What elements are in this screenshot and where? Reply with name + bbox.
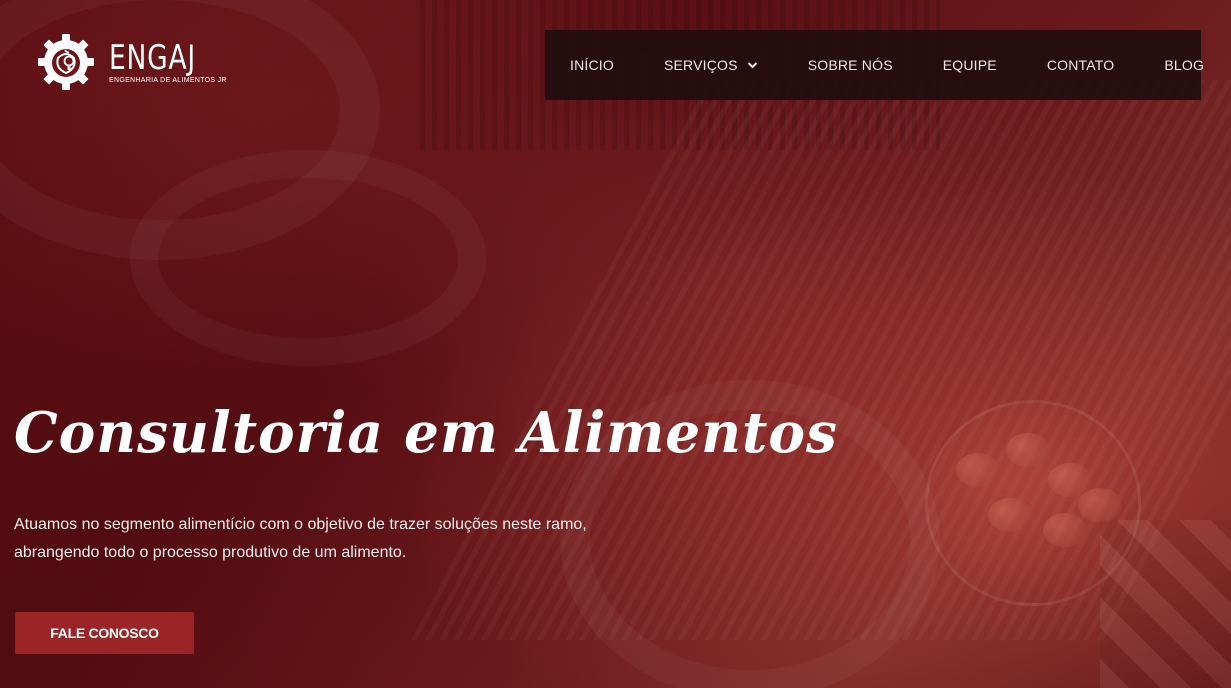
nav-item-label: BLOG — [1164, 57, 1205, 73]
nav-item-equipe[interactable]: EQUIPE — [943, 57, 997, 73]
background-olive — [1006, 433, 1050, 467]
nav-item-label: INÍCIO — [570, 57, 614, 73]
nav-item-label: SERVIÇOS — [663, 57, 738, 73]
brand-name: ENGAJ — [109, 37, 197, 78]
hero-title: Consultoria em Alimentos — [14, 400, 838, 466]
nav-item-label: SOBRE NÓS — [807, 57, 893, 73]
fale-conosco-button[interactable]: FALE CONOSCO — [15, 612, 194, 654]
gear-apple-bulb-icon — [38, 34, 94, 90]
background-olive — [988, 498, 1032, 532]
background-olive — [1043, 513, 1087, 547]
brand-logo[interactable]: ENGAJ ENGENHARIA DE ALIMENTOS JR — [36, 32, 227, 92]
background-olive — [1078, 488, 1122, 522]
chevron-down-icon — [747, 62, 757, 69]
nav-item-servicos[interactable]: SERVIÇOS — [664, 57, 758, 73]
background-cheese-cubes — [1100, 520, 1231, 688]
hero-description: Atuamos no segmento alimentício com o ob… — [14, 516, 587, 561]
nav-item-blog[interactable]: BLOG — [1164, 57, 1204, 73]
nav-item-contato[interactable]: CONTATO — [1047, 57, 1115, 73]
background-plate-shape — [130, 150, 486, 366]
brand-text: ENGAJ ENGENHARIA DE ALIMENTOS JR — [109, 41, 227, 84]
hero-section: ENGAJ ENGENHARIA DE ALIMENTOS JR INÍCIO … — [0, 0, 1231, 688]
main-nav: INÍCIO SERVIÇOS SOBRE NÓS EQUIPE CONTATO… — [545, 30, 1204, 100]
nav-item-sobre-nos[interactable]: SOBRE NÓS — [808, 57, 893, 73]
background-olive — [956, 453, 1000, 487]
nav-item-label: CONTATO — [1046, 57, 1115, 73]
nav-item-label: EQUIPE — [942, 57, 997, 73]
nav-item-inicio[interactable]: INÍCIO — [570, 57, 614, 73]
brand-subtitle: ENGENHARIA DE ALIMENTOS JR — [109, 76, 227, 84]
